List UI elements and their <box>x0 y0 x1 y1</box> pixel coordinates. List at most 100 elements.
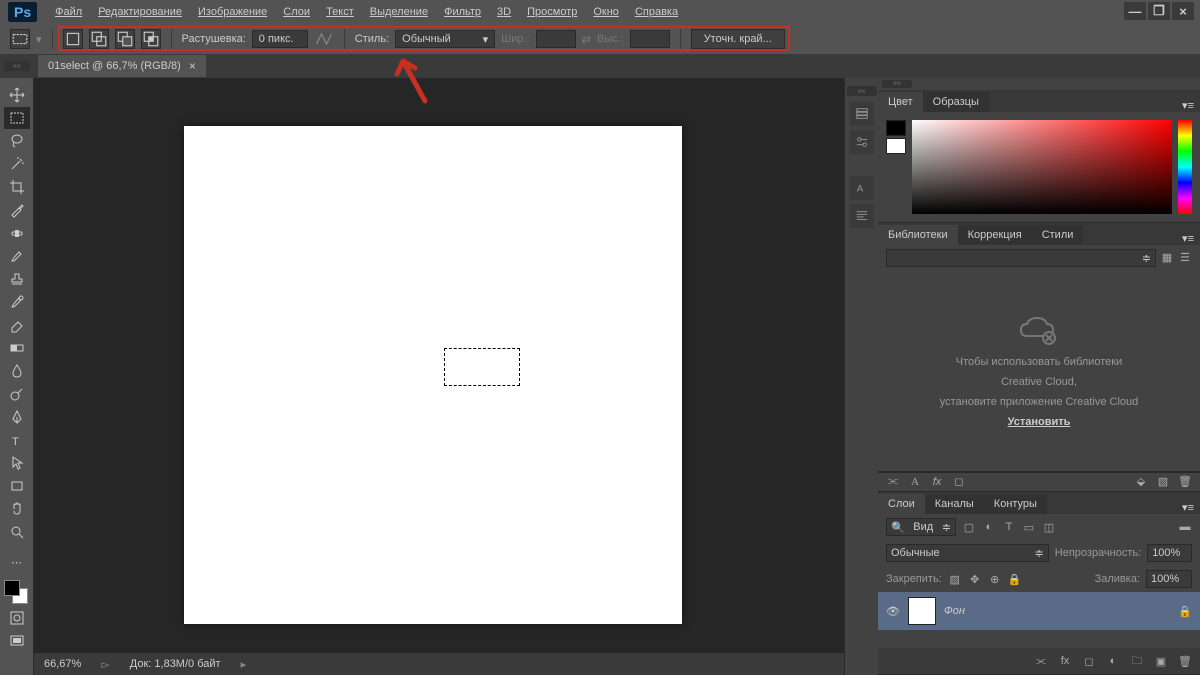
magic-wand-tool[interactable] <box>4 153 30 175</box>
document-tab[interactable]: 01select @ 66,7% (RGB/8) × <box>38 55 206 77</box>
lock-position-icon[interactable]: ✥ <box>968 572 982 586</box>
group-icon[interactable]: 🗀 <box>1130 654 1144 668</box>
dock-collapse-grip[interactable]: «« <box>847 86 877 96</box>
maximize-button[interactable]: ❐ <box>1148 2 1170 20</box>
paragraph-panel-icon[interactable] <box>850 204 874 228</box>
menu-view[interactable]: Просмотр <box>519 2 585 22</box>
gradient-tool[interactable] <box>4 337 30 359</box>
layer-visibility-icon[interactable]: 👁 <box>886 605 900 618</box>
history-panel-icon[interactable] <box>850 102 874 126</box>
toolbox-collapse-grip[interactable]: «« <box>4 61 30 71</box>
refine-edge-button[interactable]: Уточн. край... <box>691 29 785 49</box>
adjustment-layer-icon[interactable]: ◐ <box>1106 654 1120 668</box>
hand-tool[interactable] <box>4 498 30 520</box>
status-chevron-icon[interactable]: ▸ <box>241 658 247 671</box>
tab-channels[interactable]: Каналы <box>925 494 984 514</box>
layer-thumbnail[interactable] <box>908 597 936 625</box>
canvas-area[interactable]: 66,67% ▻ Док: 1,83M/0 байт ▸ <box>34 78 844 675</box>
lock-pixels-icon[interactable]: ▨ <box>948 572 962 586</box>
status-arrow-icon[interactable]: ▻ <box>101 658 109 671</box>
zoom-level[interactable]: 66,67% <box>44 658 81 670</box>
filter-image-icon[interactable]: ▢ <box>962 520 976 534</box>
edit-toolbar-icon[interactable]: ⋯ <box>4 551 30 573</box>
color-panel-menu-icon[interactable]: ▾≡ <box>1176 99 1200 112</box>
antialias-icon[interactable] <box>314 29 334 49</box>
doc-size[interactable]: Док: 1,83M/0 байт <box>130 658 221 670</box>
opacity-input[interactable]: 100% <box>1147 544 1192 562</box>
library-select[interactable]: ≑ <box>886 249 1156 267</box>
blend-mode-select[interactable]: Обычные≑ <box>886 544 1049 562</box>
intersect-selection-icon[interactable] <box>141 29 161 49</box>
filter-toggle-icon[interactable]: ▬ <box>1178 520 1192 534</box>
document-tab-close-icon[interactable]: × <box>189 59 196 73</box>
filter-type-icon[interactable]: T <box>1002 520 1016 534</box>
healing-brush-tool[interactable] <box>4 222 30 244</box>
type-tool[interactable]: T <box>4 429 30 451</box>
color-field[interactable] <box>912 120 1172 214</box>
stamp-tool[interactable] <box>4 268 30 290</box>
foreground-color-swatch[interactable] <box>4 580 20 596</box>
zoom-tool[interactable] <box>4 521 30 543</box>
new-item-icon[interactable]: ▧ <box>1156 475 1170 489</box>
menu-select[interactable]: Выделение <box>362 2 436 22</box>
lasso-tool[interactable] <box>4 130 30 152</box>
menu-text[interactable]: Текст <box>318 2 362 22</box>
layer-mask-icon[interactable]: ◻ <box>1082 654 1096 668</box>
marquee-tool[interactable] <box>4 107 30 129</box>
link-layers-icon[interactable]: ⫘ <box>886 475 900 489</box>
filter-smart-icon[interactable]: ◫ <box>1042 520 1056 534</box>
color-fg-swatch[interactable] <box>886 120 906 136</box>
color-bg-swatch[interactable] <box>886 138 906 154</box>
menu-layers[interactable]: Слои <box>275 2 318 22</box>
tab-libraries[interactable]: Библиотеки <box>878 225 958 245</box>
subtract-selection-icon[interactable] <box>115 29 135 49</box>
panels-collapse-grip[interactable]: »» <box>882 80 912 88</box>
shape-tool[interactable] <box>4 475 30 497</box>
quick-mask-icon[interactable] <box>4 607 30 629</box>
trash-icon[interactable]: 🗑 <box>1178 475 1192 489</box>
blur-tool[interactable] <box>4 360 30 382</box>
fill-input[interactable]: 100% <box>1146 570 1192 588</box>
tab-adjustments[interactable]: Коррекция <box>958 225 1032 245</box>
histogram-icon[interactable]: ⬙ <box>1134 475 1148 489</box>
dodge-tool[interactable] <box>4 383 30 405</box>
document-canvas[interactable] <box>184 126 682 624</box>
history-brush-tool[interactable] <box>4 291 30 313</box>
menu-image[interactable]: Изображение <box>190 2 275 22</box>
new-selection-icon[interactable] <box>63 29 83 49</box>
lib-grid-view-icon[interactable]: ▦ <box>1160 251 1174 265</box>
tab-swatches[interactable]: Образцы <box>923 92 989 112</box>
layer-name[interactable]: Фон <box>944 605 965 617</box>
feather-input[interactable] <box>252 30 308 48</box>
lock-all-icon[interactable]: 🔒 <box>1008 572 1022 586</box>
link-icon[interactable]: ⫘ <box>1034 654 1048 668</box>
eyedropper-tool[interactable] <box>4 199 30 221</box>
layer-filter-select[interactable]: 🔍Вид≑ <box>886 518 956 536</box>
character-panel-icon[interactable]: A <box>850 176 874 200</box>
layer-row-background[interactable]: 👁 Фон 🔒 <box>878 592 1200 630</box>
tab-layers[interactable]: Слои <box>878 494 925 514</box>
lock-artboard-icon[interactable]: ⊕ <box>988 572 1002 586</box>
move-tool[interactable] <box>4 84 30 106</box>
mask-icon[interactable]: ◻ <box>952 475 966 489</box>
menu-window[interactable]: Окно <box>585 2 627 22</box>
install-cc-link[interactable]: Установить <box>1008 416 1071 428</box>
screen-mode-icon[interactable] <box>4 630 30 652</box>
path-selection-tool[interactable] <box>4 452 30 474</box>
crop-tool[interactable] <box>4 176 30 198</box>
layers-panel-menu-icon[interactable]: ▾≡ <box>1176 501 1200 514</box>
pen-tool[interactable] <box>4 406 30 428</box>
filter-shape-icon[interactable]: ▭ <box>1022 520 1036 534</box>
menu-file[interactable]: Файл <box>47 2 90 22</box>
fx-icon[interactable]: fx <box>930 475 944 489</box>
tab-styles[interactable]: Стили <box>1032 225 1084 245</box>
lib-panel-menu-icon[interactable]: ▾≡ <box>1176 232 1200 245</box>
delete-layer-icon[interactable]: 🗑 <box>1178 654 1192 668</box>
color-swatches[interactable] <box>4 580 30 606</box>
text-style-icon[interactable]: A <box>908 475 922 489</box>
add-selection-icon[interactable] <box>89 29 109 49</box>
style-select[interactable]: Обычный▾ <box>395 30 495 48</box>
menu-edit[interactable]: Редактирование <box>90 2 190 22</box>
brush-tool[interactable] <box>4 245 30 267</box>
menu-help[interactable]: Справка <box>627 2 686 22</box>
